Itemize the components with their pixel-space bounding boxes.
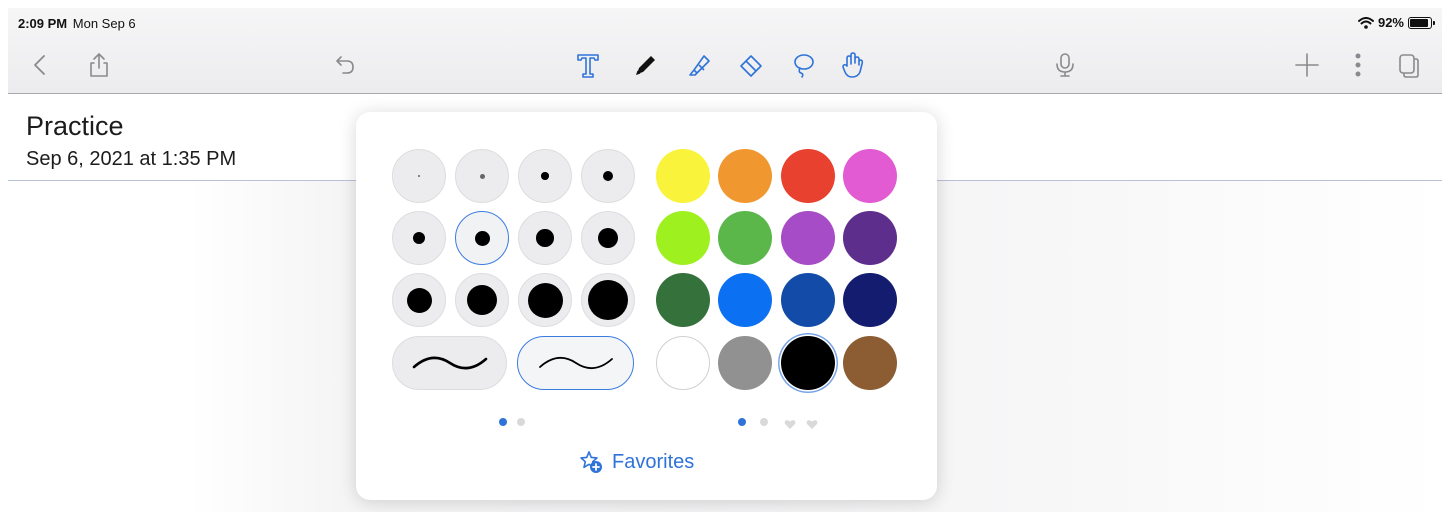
stroke-size-button[interactable] xyxy=(455,149,509,203)
pressure-stroke-icon xyxy=(412,356,487,370)
note-date: Sep 6, 2021 at 1:35 PM xyxy=(26,148,237,170)
undo-icon xyxy=(336,56,354,74)
stroke-size-button[interactable] xyxy=(392,211,446,265)
pen-tool-icon xyxy=(636,56,655,75)
stroke-size-dot xyxy=(467,285,497,315)
share-icon xyxy=(90,53,108,77)
color-swatch[interactable] xyxy=(718,336,772,390)
stroke-size-button[interactable] xyxy=(392,149,446,203)
more-icon xyxy=(1355,53,1361,77)
stroke-size-dot xyxy=(541,172,549,180)
back-button[interactable] xyxy=(24,48,58,82)
stroke-size-dot xyxy=(598,228,618,248)
highlighter-tool-icon xyxy=(689,55,710,76)
eraser-tool-icon xyxy=(740,55,762,77)
eraser-tool-button[interactable] xyxy=(734,48,768,82)
color-swatch[interactable] xyxy=(656,336,710,390)
lasso-tool-button[interactable] xyxy=(786,48,820,82)
status-time: 2:09 PM Mon Sep 6 xyxy=(18,16,136,31)
stroke-size-dot xyxy=(536,229,554,247)
color-swatch[interactable] xyxy=(843,336,897,390)
stroke-size-dot xyxy=(412,231,426,245)
stroke-size-button[interactable] xyxy=(518,211,572,265)
stroke-size-dot xyxy=(603,171,613,181)
status-right: 92% xyxy=(1357,15,1435,30)
microphone-icon xyxy=(1056,53,1074,77)
color-swatch[interactable] xyxy=(781,211,835,265)
color-swatch[interactable] xyxy=(781,273,835,327)
color-swatch[interactable] xyxy=(656,211,710,265)
text-tool-icon xyxy=(577,54,599,78)
stroke-size-dot xyxy=(588,280,628,320)
more-button[interactable] xyxy=(1341,48,1375,82)
pages-button[interactable] xyxy=(1392,48,1426,82)
color-swatch[interactable] xyxy=(718,273,772,327)
stroke-size-button[interactable] xyxy=(518,149,572,203)
smooth-stroke-icon xyxy=(538,357,613,369)
favorites-label: Favorites xyxy=(612,450,695,473)
back-chevron-icon xyxy=(34,55,45,75)
pages-icon xyxy=(1399,54,1419,78)
popover-arrow xyxy=(635,98,663,113)
hand-tool-button[interactable] xyxy=(836,48,870,82)
color-swatch[interactable] xyxy=(781,336,835,390)
star-add-icon xyxy=(580,451,602,473)
stroke-size-dot xyxy=(527,282,563,318)
color-swatch[interactable] xyxy=(656,149,710,203)
color-swatch[interactable] xyxy=(718,149,772,203)
size-page-indicator[interactable] xyxy=(517,418,525,426)
smooth-stroke-button[interactable] xyxy=(517,336,634,390)
pen-tool-button[interactable] xyxy=(629,48,663,82)
wifi-icon xyxy=(1357,16,1374,29)
text-tool-button[interactable] xyxy=(571,48,605,82)
add-button[interactable] xyxy=(1290,48,1324,82)
stroke-size-button[interactable] xyxy=(392,273,446,327)
color-swatch[interactable] xyxy=(843,149,897,203)
status-date: Mon Sep 6 xyxy=(72,16,136,31)
stroke-size-dot xyxy=(474,230,490,246)
color-page-indicator[interactable] xyxy=(738,418,746,426)
battery-fill xyxy=(1410,18,1429,27)
stroke-size-dot xyxy=(479,173,485,179)
note-title[interactable]: Practice xyxy=(26,111,124,142)
microphone-button[interactable] xyxy=(1048,48,1082,82)
stroke-size-button[interactable] xyxy=(581,149,635,203)
stroke-size-button[interactable] xyxy=(518,273,572,327)
stroke-size-button[interactable] xyxy=(581,273,635,327)
color-swatch[interactable] xyxy=(781,149,835,203)
undo-button[interactable] xyxy=(328,48,362,82)
size-page-indicator[interactable] xyxy=(499,418,507,426)
color-swatch[interactable] xyxy=(843,211,897,265)
pen-options-popover: Favorites xyxy=(356,112,937,500)
add-icon xyxy=(1295,53,1319,77)
color-swatch[interactable] xyxy=(656,273,710,327)
stroke-size-dot xyxy=(406,287,432,313)
stroke-size-button[interactable] xyxy=(455,273,509,327)
battery-percent: 92% xyxy=(1377,15,1404,30)
color-swatch[interactable] xyxy=(718,211,772,265)
stroke-size-button[interactable] xyxy=(581,211,635,265)
favorites-page-heart-icon[interactable] xyxy=(806,417,818,429)
share-button[interactable] xyxy=(82,48,116,82)
favorites-button[interactable]: Favorites xyxy=(578,447,694,477)
color-page-indicator[interactable] xyxy=(760,418,768,426)
stroke-size-button[interactable] xyxy=(455,211,509,265)
stroke-size-dot xyxy=(417,174,421,178)
pressure-stroke-button[interactable] xyxy=(392,336,507,390)
battery-icon xyxy=(1408,16,1435,29)
highlighter-tool-button[interactable] xyxy=(682,48,716,82)
hand-tool-icon xyxy=(842,52,864,78)
color-swatch[interactable] xyxy=(843,273,897,327)
top-bar: 2:09 PM Mon Sep 6 92% xyxy=(8,8,1442,94)
lasso-tool-icon xyxy=(794,54,814,78)
favorites-page-heart-icon[interactable] xyxy=(784,417,796,429)
app-screen: 2:09 PM Mon Sep 6 92% Practice Sep 6, 20… xyxy=(8,8,1442,512)
